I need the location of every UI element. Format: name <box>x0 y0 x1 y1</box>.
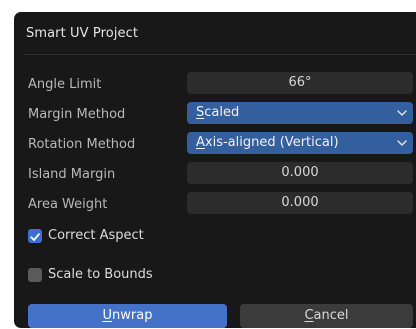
dialog-title: Smart UV Project <box>26 26 139 41</box>
cancel-button[interactable]: Cancel <box>240 304 413 328</box>
angle-limit-label: Angle Limit <box>28 77 102 92</box>
cancel-mnemonic: C <box>304 308 314 323</box>
chevron-down-icon <box>397 140 407 146</box>
unwrap-button[interactable]: Unwrap <box>28 304 227 328</box>
angle-limit-field[interactable]: 66° <box>187 72 413 94</box>
rotation-method-dropdown[interactable]: Axis-aligned (Vertical) <box>187 132 413 154</box>
margin-method-dropdown[interactable]: Scaled <box>187 102 413 124</box>
margin-method-label: Margin Method <box>28 107 126 122</box>
margin-method-value: Scaled <box>196 105 240 120</box>
scale-to-bounds-label[interactable]: Scale to Bounds <box>48 267 153 282</box>
area-weight-label: Area Weight <box>28 197 108 212</box>
checkmark-icon <box>30 233 40 241</box>
correct-aspect-checkbox[interactable] <box>28 229 42 243</box>
island-margin-label: Island Margin <box>28 167 116 182</box>
area-weight-field[interactable]: 0.000 <box>187 192 413 214</box>
chevron-down-icon <box>397 110 407 116</box>
title-divider <box>24 54 416 55</box>
correct-aspect-label[interactable]: Correct Aspect <box>48 228 144 243</box>
scale-to-bounds-checkbox[interactable] <box>28 268 42 282</box>
smart-uv-project-dialog: Smart UV Project Angle Limit 66° Margin … <box>14 12 416 328</box>
unwrap-mnemonic: U <box>102 308 113 323</box>
island-margin-field[interactable]: 0.000 <box>187 162 413 184</box>
unwrap-label: nwrap <box>112 308 153 323</box>
rotation-method-value: Axis-aligned (Vertical) <box>196 135 339 150</box>
rotation-method-label: Rotation Method <box>28 137 136 152</box>
cancel-label: ancel <box>313 308 349 323</box>
